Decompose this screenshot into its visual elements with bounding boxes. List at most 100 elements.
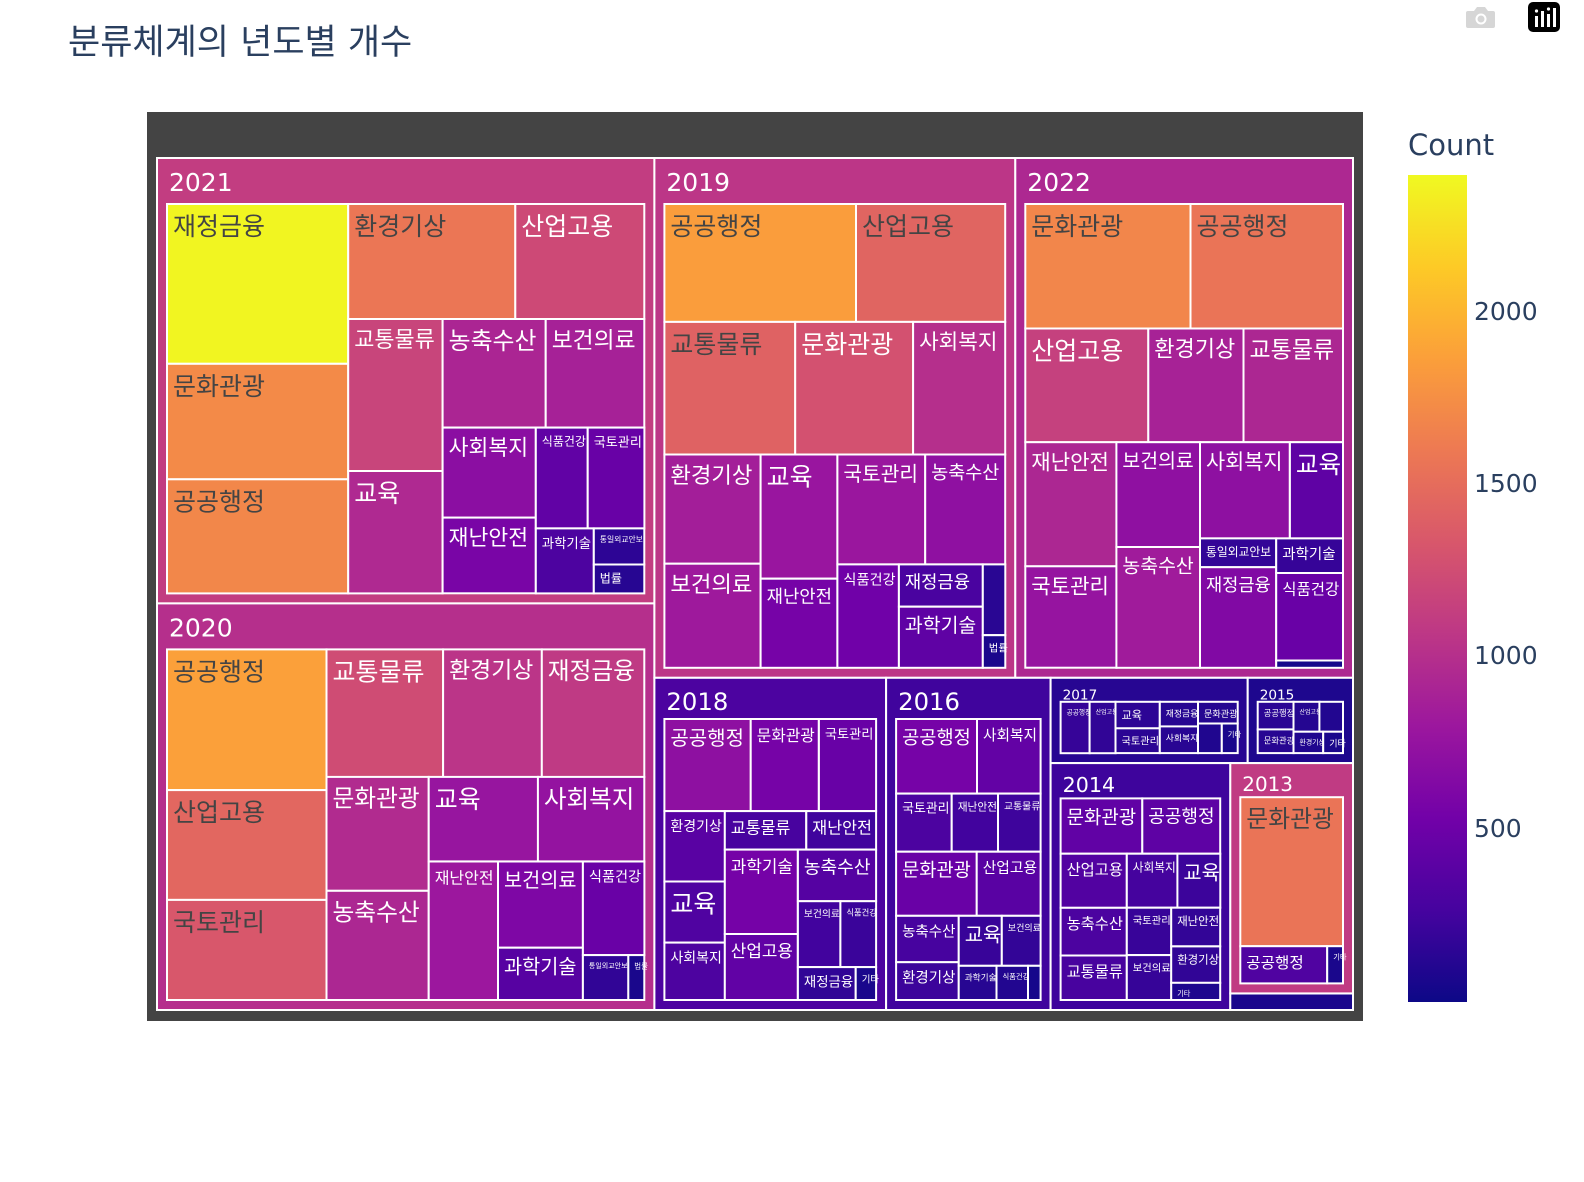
category-tile[interactable]: [663, 320, 797, 456]
category-tile[interactable]: [1114, 727, 1161, 755]
category-tile[interactable]: [497, 860, 584, 949]
category-tile[interactable]: [1239, 796, 1345, 948]
category-tile[interactable]: [166, 362, 350, 481]
category-tile[interactable]: [1275, 537, 1344, 575]
category-tile[interactable]: [975, 850, 1042, 917]
category-tile[interactable]: [1326, 945, 1344, 985]
category-tile[interactable]: [1242, 327, 1344, 444]
category-tile[interactable]: [723, 933, 799, 1001]
category-tile[interactable]: [855, 203, 1007, 323]
category-tile[interactable]: [1275, 659, 1344, 669]
category-tile[interactable]: [1024, 441, 1118, 568]
category-tile[interactable]: [1220, 722, 1239, 755]
category-tile[interactable]: [581, 954, 630, 1001]
category-tile[interactable]: [895, 914, 960, 964]
category-tile[interactable]: [663, 810, 726, 883]
category-tile[interactable]: [981, 563, 1007, 637]
category-tile[interactable]: [1199, 566, 1278, 669]
category-tile[interactable]: [592, 563, 646, 595]
category-tile[interactable]: [759, 453, 839, 580]
category-tile[interactable]: [441, 318, 547, 429]
category-tile[interactable]: [1024, 203, 1192, 330]
category-tile[interactable]: [749, 718, 820, 813]
category-tile[interactable]: [836, 453, 927, 566]
category-tile[interactable]: [796, 848, 878, 903]
category-tile[interactable]: [759, 577, 839, 669]
category-tile[interactable]: [796, 900, 842, 969]
category-tile[interactable]: [1288, 441, 1345, 540]
category-tile[interactable]: [581, 860, 646, 957]
category-tile[interactable]: [1125, 954, 1173, 1001]
category-tile[interactable]: [1000, 914, 1042, 967]
category-tile[interactable]: [441, 516, 537, 595]
category-tile[interactable]: [1125, 852, 1179, 909]
category-tile[interactable]: [794, 320, 915, 456]
category-tile[interactable]: [534, 527, 595, 595]
category-tile[interactable]: [981, 634, 1007, 669]
category-tile[interactable]: [514, 203, 646, 320]
category-tile[interactable]: [957, 964, 998, 1001]
category-tile[interactable]: [663, 453, 762, 565]
category-tile[interactable]: [839, 900, 878, 969]
category-tile[interactable]: [924, 453, 1007, 566]
category-tile[interactable]: [897, 605, 984, 669]
category-tile[interactable]: [347, 318, 444, 472]
category-tile[interactable]: [663, 880, 726, 944]
category-tile[interactable]: [166, 203, 350, 365]
category-tile[interactable]: [997, 792, 1042, 853]
category-tile[interactable]: [1024, 565, 1118, 669]
category-tile[interactable]: [817, 718, 878, 813]
category-tile[interactable]: [1199, 537, 1278, 569]
category-tile[interactable]: [1318, 700, 1345, 733]
category-tile[interactable]: [1115, 441, 1202, 549]
year-tile-2023[interactable]: [1229, 992, 1355, 1011]
category-tile[interactable]: [1189, 203, 1344, 330]
category-tile[interactable]: [836, 563, 900, 669]
category-tile[interactable]: [347, 470, 444, 595]
category-tile[interactable]: [166, 898, 328, 1002]
category-tile[interactable]: [1115, 546, 1202, 669]
category-tile[interactable]: [536, 775, 646, 863]
category-tile[interactable]: [1059, 906, 1128, 957]
category-tile[interactable]: [663, 718, 752, 813]
category-tile[interactable]: [497, 946, 584, 1002]
category-tile[interactable]: [854, 966, 878, 1001]
category-tile[interactable]: [166, 478, 350, 595]
category-tile[interactable]: [1197, 722, 1223, 755]
category-tile[interactable]: [663, 941, 726, 1001]
category-tile[interactable]: [166, 789, 328, 901]
category-tile[interactable]: [1322, 730, 1344, 755]
category-tile[interactable]: [325, 648, 445, 779]
category-tile[interactable]: [540, 648, 646, 779]
category-tile[interactable]: [1027, 964, 1042, 1001]
category-tile[interactable]: [950, 792, 1000, 853]
category-tile[interactable]: [723, 848, 799, 935]
category-tile[interactable]: [1170, 906, 1222, 948]
category-tile[interactable]: [347, 203, 517, 320]
category-tile[interactable]: [1059, 700, 1091, 755]
category-tile[interactable]: [166, 648, 328, 792]
category-tile[interactable]: [1059, 797, 1144, 855]
category-tile[interactable]: [325, 889, 430, 1001]
category-tile[interactable]: [663, 203, 858, 323]
category-tile[interactable]: [895, 718, 978, 795]
category-tile[interactable]: [995, 964, 1029, 1001]
category-tile[interactable]: [1024, 327, 1150, 444]
category-tile[interactable]: [1256, 700, 1295, 731]
category-tile[interactable]: [544, 318, 646, 429]
category-tile[interactable]: [441, 426, 537, 519]
category-tile[interactable]: [442, 648, 543, 779]
category-tile[interactable]: [805, 810, 878, 851]
category-tile[interactable]: [1176, 852, 1222, 909]
category-tile[interactable]: [1059, 954, 1128, 1001]
category-tile[interactable]: [1292, 730, 1325, 755]
category-tile[interactable]: [592, 527, 646, 566]
category-tile[interactable]: [586, 426, 646, 530]
category-tile[interactable]: [1147, 327, 1245, 444]
category-tile[interactable]: [1141, 797, 1222, 855]
category-tile[interactable]: [1197, 700, 1239, 725]
category-tile[interactable]: [895, 961, 960, 1002]
category-tile[interactable]: [1125, 906, 1173, 957]
category-tile[interactable]: [1292, 700, 1321, 733]
category-tile[interactable]: [1088, 700, 1117, 755]
